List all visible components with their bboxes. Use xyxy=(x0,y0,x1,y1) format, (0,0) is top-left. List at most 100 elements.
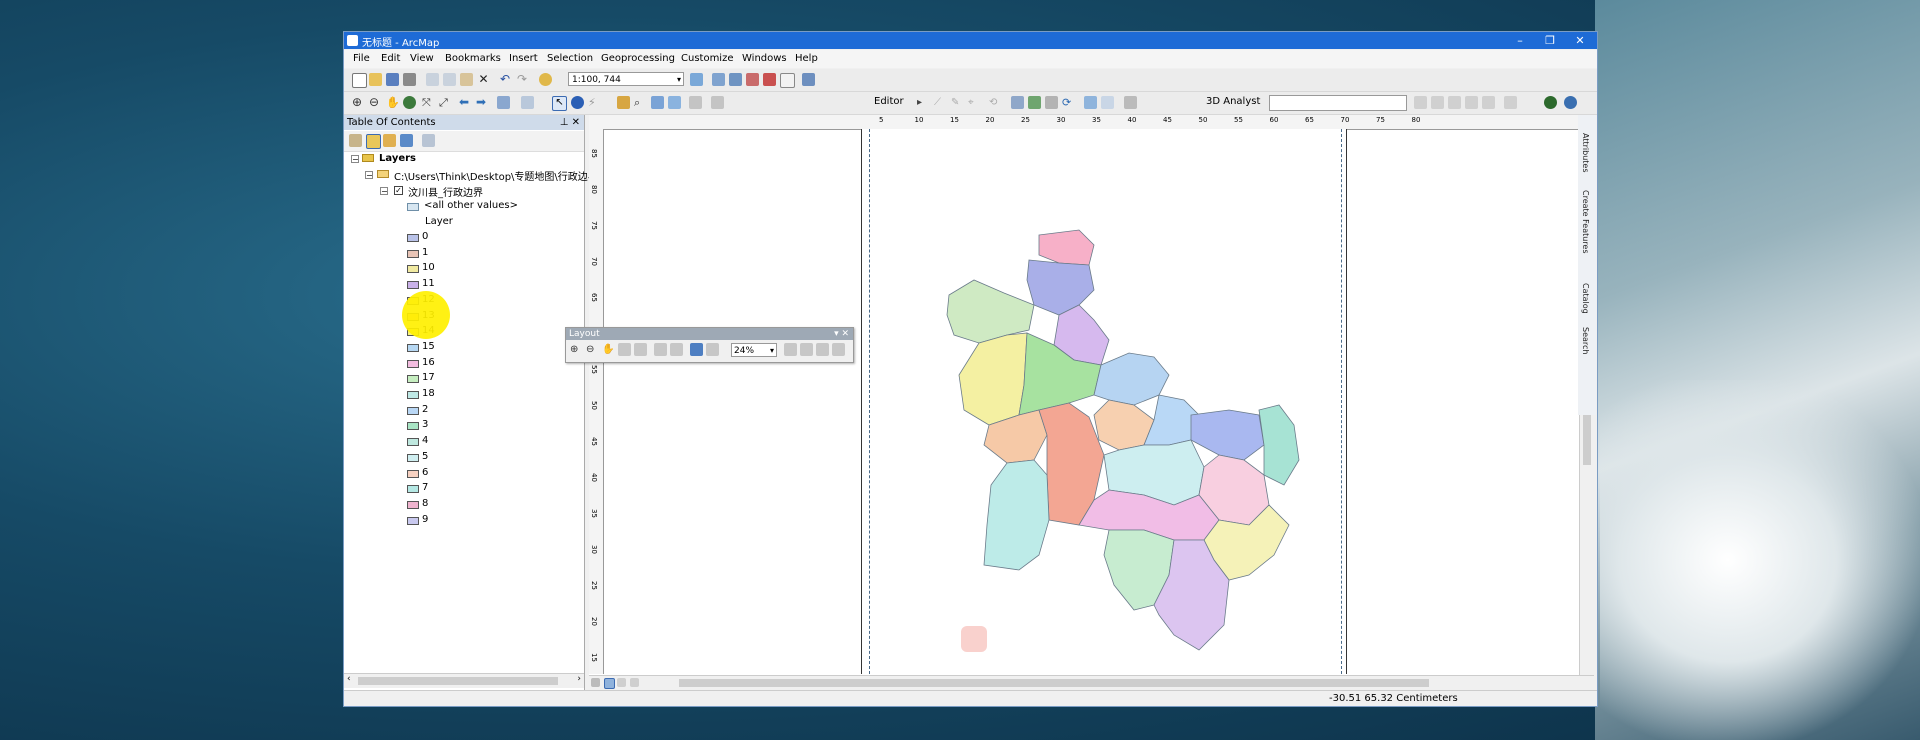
hyperlink-icon[interactable]: ⚡ xyxy=(588,96,601,109)
sidebar-tab-attributes[interactable]: Attributes xyxy=(1581,133,1590,173)
editor-menu[interactable]: Editor xyxy=(874,96,904,107)
3d-analyst-layer-combo[interactable] xyxy=(1269,95,1407,111)
data-driven-pages-icon[interactable] xyxy=(832,343,845,356)
editor-options-icon[interactable] xyxy=(1124,96,1137,109)
layout-zoom-combo[interactable]: 24% ▾ xyxy=(731,343,777,357)
attributes-tool-icon[interactable]: ⟳ xyxy=(1062,96,1075,109)
legend-swatch[interactable] xyxy=(407,469,419,478)
sidebar-tab-create-features[interactable]: Create Features xyxy=(1581,190,1590,254)
table-of-contents-icon[interactable] xyxy=(712,73,725,86)
go-to-xy-icon[interactable] xyxy=(651,96,664,109)
toc-pin-close[interactable]: ⊥ ✕ xyxy=(560,115,580,130)
data-view-icon[interactable] xyxy=(591,678,600,687)
menu-customize[interactable]: Customize xyxy=(681,53,734,64)
split-tool-icon[interactable] xyxy=(1045,96,1058,109)
select-features-icon[interactable] xyxy=(497,96,510,109)
legend-swatch[interactable] xyxy=(407,343,419,352)
fixed-zoom-out-layout-icon[interactable] xyxy=(670,343,683,356)
fixed-zoom-out-icon[interactable]: ⤢ xyxy=(439,96,452,109)
redo-icon[interactable]: ↷ xyxy=(517,73,530,86)
print-icon[interactable] xyxy=(403,73,416,86)
list-by-source-icon[interactable] xyxy=(366,134,381,149)
chart-icon[interactable] xyxy=(1504,96,1517,109)
rotate-icon[interactable]: ⟲ xyxy=(989,96,1002,109)
sketch-properties-icon[interactable] xyxy=(1084,96,1097,109)
binoculars-icon[interactable]: ⌕ xyxy=(634,96,647,109)
minimize-button[interactable]: – xyxy=(1505,32,1535,49)
delete-icon[interactable]: ✕ xyxy=(477,73,490,86)
scroll-left-arrow-icon[interactable]: ‹ xyxy=(347,674,351,684)
legend-swatch[interactable] xyxy=(407,249,419,258)
legend-swatch[interactable] xyxy=(407,485,419,494)
layout-toolbar-close-icon[interactable]: ▾ ✕ xyxy=(834,328,849,340)
3d-analyst-menu[interactable]: 3D Analyst xyxy=(1206,96,1260,107)
fixed-zoom-in-layout-icon[interactable] xyxy=(654,343,667,356)
toggle-draft-mode-icon[interactable] xyxy=(784,343,797,356)
focus-data-frame-icon[interactable] xyxy=(800,343,813,356)
toc-root-layers[interactable]: Layers xyxy=(379,153,416,164)
menu-file[interactable]: File xyxy=(353,53,370,64)
edit-tool-icon[interactable]: ▸ xyxy=(917,96,930,109)
sidebar-tab-catalog[interactable]: Catalog xyxy=(1581,283,1590,314)
editor-toolbar-icon[interactable] xyxy=(690,73,703,86)
steepest-path-icon[interactable] xyxy=(1431,96,1444,109)
legend-swatch[interactable] xyxy=(407,281,419,290)
zoom-whole-page-icon[interactable] xyxy=(618,343,631,356)
menu-bookmarks[interactable]: Bookmarks xyxy=(445,53,501,64)
menu-selection[interactable]: Selection xyxy=(547,53,593,64)
identify-icon[interactable] xyxy=(571,96,584,109)
layer-visibility-checkbox[interactable]: ✓ xyxy=(394,186,403,195)
legend-swatch[interactable] xyxy=(407,500,419,509)
modelbuilder-icon[interactable] xyxy=(802,73,815,86)
clear-selection-icon[interactable] xyxy=(521,96,534,109)
legend-swatch-other[interactable] xyxy=(407,203,419,211)
legend-swatch[interactable] xyxy=(407,359,419,368)
copy-icon[interactable] xyxy=(443,73,456,86)
layout-view[interactable]: 5 10 15 20 25 30 35 40 45 50 55 60 65 70 75 80 85 80 75 70… xyxy=(589,115,1594,691)
zoom-in-icon[interactable]: ⊕ xyxy=(352,96,365,109)
menu-insert[interactable]: Insert xyxy=(509,53,538,64)
edit-vertices-icon[interactable] xyxy=(1028,96,1041,109)
pan-icon[interactable]: ✋ xyxy=(386,96,400,109)
reshape-icon[interactable]: ⌖ xyxy=(968,96,981,109)
georeferencing-icon[interactable] xyxy=(1011,96,1024,109)
add-data-icon[interactable] xyxy=(539,73,552,86)
refresh-view-icon[interactable] xyxy=(617,678,626,687)
html-popup-icon[interactable] xyxy=(689,96,702,109)
catalog-window-icon[interactable] xyxy=(729,73,742,86)
zoom-out-icon[interactable]: ⊖ xyxy=(369,96,382,109)
line-of-sight-icon[interactable] xyxy=(1448,96,1461,109)
interpolate-line-icon[interactable] xyxy=(1465,96,1478,109)
measure-icon[interactable] xyxy=(668,96,681,109)
toc-layer-name[interactable]: 汶川县_行政边界 xyxy=(408,184,483,199)
collapse-layer-icon[interactable]: − xyxy=(380,187,388,196)
map-scale-combo[interactable]: 1:100, 744 ▾ xyxy=(568,72,684,86)
back-extent-icon[interactable]: ⬅ xyxy=(459,96,472,109)
list-by-visibility-icon[interactable] xyxy=(383,134,396,147)
menu-edit[interactable]: Edit xyxy=(381,53,400,64)
save-icon[interactable] xyxy=(386,73,399,86)
legend-swatch[interactable] xyxy=(407,406,419,415)
legend-swatch[interactable] xyxy=(407,516,419,525)
list-by-selection-icon[interactable] xyxy=(400,134,413,147)
new-document-icon[interactable] xyxy=(352,73,367,88)
go-back-extent-icon[interactable] xyxy=(690,343,703,356)
toc-horizontal-scrollbar[interactable]: ‹ › xyxy=(344,673,584,688)
undo-icon[interactable]: ↶ xyxy=(500,73,513,86)
go-forward-extent-icon[interactable] xyxy=(706,343,719,356)
district-map[interactable] xyxy=(929,205,1389,665)
open-folder-icon[interactable] xyxy=(369,73,382,86)
time-slider-icon[interactable] xyxy=(711,96,724,109)
fixed-zoom-in-icon[interactable]: ⤧ xyxy=(422,96,435,109)
pause-drawing-icon[interactable] xyxy=(630,678,639,687)
legend-swatch[interactable] xyxy=(407,391,419,399)
legend-swatch[interactable] xyxy=(407,422,419,431)
snapping-icon[interactable] xyxy=(1101,96,1114,109)
full-extent-icon[interactable] xyxy=(403,96,416,109)
sketch-icon[interactable]: ✎ xyxy=(951,96,964,109)
list-by-drawing-order-icon[interactable] xyxy=(349,134,362,147)
arctoolbox-icon[interactable] xyxy=(763,73,776,86)
help-icon[interactable] xyxy=(1564,96,1577,109)
python-window-icon[interactable] xyxy=(780,73,795,88)
scroll-right-arrow-icon[interactable]: › xyxy=(577,674,581,684)
